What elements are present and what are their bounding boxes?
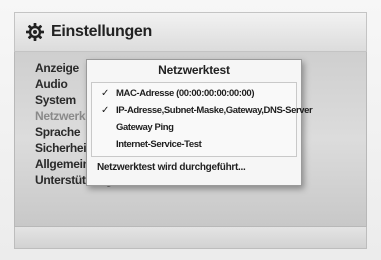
test-label: MAC-Adresse (00:00:00:00:00:00) <box>116 88 255 99</box>
bottom-bar <box>14 227 367 249</box>
test-label: Gateway Ping <box>116 122 174 133</box>
test-item-mac-address: ✓ MAC-Adresse (00:00:00:00:00:00) <box>92 85 296 102</box>
dialog-title: Netzwerktest <box>158 63 230 77</box>
network-test-dialog: Netzwerktest ✓ MAC-Adresse (00:00:00:00:… <box>86 59 313 186</box>
test-item-ip-settings: ✓ IP-Adresse,Subnet-Maske,Gateway,DNS-Se… <box>92 102 313 119</box>
page-title: Einstellungen <box>51 23 152 40</box>
check-icon: ✓ <box>101 88 109 99</box>
gear-icon <box>25 22 45 42</box>
status-text: Netzwerktest wird durchgeführt... <box>97 162 246 173</box>
settings-screen: Einstellungen Anzeige Audio System Netzw… <box>0 0 381 260</box>
header-bar: Einstellungen <box>14 12 367 52</box>
test-label: IP-Adresse,Subnet-Maske,Gateway,DNS-Serv… <box>116 105 313 116</box>
test-list: ✓ MAC-Adresse (00:00:00:00:00:00) ✓ IP-A… <box>91 82 313 157</box>
test-item-gateway-ping: Gateway Ping <box>92 119 296 136</box>
test-item-internet-service: Internet-Service-Test <box>92 136 296 153</box>
check-icon: ✓ <box>101 105 109 116</box>
test-label: Internet-Service-Test <box>116 139 202 150</box>
